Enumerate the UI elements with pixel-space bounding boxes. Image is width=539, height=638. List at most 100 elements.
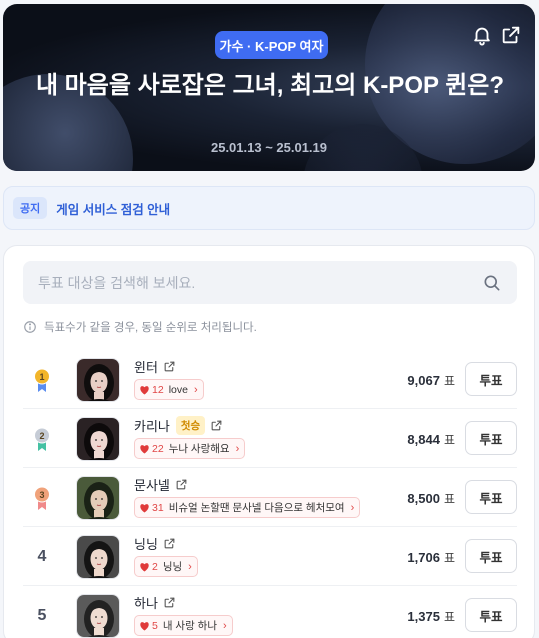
vote-button[interactable]: 투표 [465,598,517,632]
svg-text:3: 3 [39,490,44,500]
vote-count: 1,375 표 [383,587,455,638]
vote-button[interactable]: 투표 [465,421,517,455]
avatar-image [77,477,119,519]
notice-tag: 공지 [13,197,48,219]
comment-count: 5 [152,619,158,632]
name-line: 카리나 첫승 [134,415,223,435]
rank-medal: 3 [23,469,61,527]
comment-count: 22 [152,442,164,455]
vote-number: 1,706 [407,549,440,565]
avatar[interactable] [76,476,120,520]
comment-count: 2 [152,560,158,573]
candidate-name[interactable]: 닝닝 [134,534,158,553]
avatar[interactable] [76,594,120,638]
name-line: 윈터 [134,357,176,375]
ranking-row: 5 하나 5 내 사랑 하나 › 1,375 표 투표 [23,587,517,638]
tie-info-text: 득표수가 같을 경우, 동일 순위로 처리됩니다. [44,322,257,334]
tie-info: 득표수가 같을 경우, 동일 순위로 처리됩니다. [23,319,257,335]
external-link-icon[interactable] [175,478,188,491]
vote-unit: 표 [443,432,455,447]
comment-text: 닝닝 [162,561,183,573]
comment-text: 내 사랑 하나 [162,620,217,632]
vote-count: 1,706 표 [383,528,455,586]
candidate-name[interactable]: 하나 [134,593,158,612]
vote-count: 8,500 표 [383,469,455,527]
vote-unit: 표 [443,609,455,624]
rank-number: 5 [37,607,47,624]
comment-text: 누나 사랑해요 [168,443,230,455]
chevron-right-icon: › [222,619,227,632]
chevron-right-icon: › [193,383,198,396]
ranking-card: 득표수가 같을 경우, 동일 순위로 처리됩니다. 1 윈터 12 love ›… [3,245,535,638]
name-line: 하나 [134,593,176,611]
top-comment[interactable]: 5 내 사랑 하나 › [134,615,233,636]
name-line: 문사넬 [134,475,188,493]
comment-count: 31 [152,501,164,514]
candidate-name[interactable]: 카리나 [134,416,170,435]
heart-icon [140,621,149,631]
avatar[interactable] [76,417,120,461]
avatar-image [77,418,119,460]
heart-icon [140,562,149,572]
bell-icon[interactable] [471,24,493,46]
comment-text: love [168,383,188,396]
vote-count: 9,067 표 [383,351,455,409]
first-win-badge: 첫승 [175,415,206,435]
top-comment[interactable]: 31 비슈얼 논할땐 문사넬 다음으로 헤처모여 › [134,497,361,518]
external-link-icon[interactable] [163,360,176,373]
avatar-image [77,536,119,578]
name-line: 닝닝 [134,534,176,552]
ranking-row: 4 닝닝 2 닝닝 › 1,706 표 투표 [23,528,517,586]
silver-medal-icon: 2 [34,427,50,451]
search-icon[interactable] [482,273,502,293]
candidate-name[interactable]: 문사넬 [134,475,170,494]
heart-icon [140,385,149,395]
vote-button[interactable]: 투표 [465,480,517,514]
svg-text:1: 1 [39,372,44,382]
vote-button[interactable]: 투표 [465,539,517,573]
avatar-image [77,595,119,637]
page-title: 내 마음을 사로잡은 그녀, 최고의 K-POP 퀸은? [35,72,505,99]
bronze-medal-icon: 3 [34,486,50,510]
external-link-icon[interactable] [210,419,223,432]
avatar[interactable] [76,358,120,402]
external-link-icon[interactable] [163,596,176,609]
chevron-right-icon: › [188,560,192,573]
share-icon[interactable] [500,24,522,46]
vote-count: 8,844 표 [383,410,455,468]
notice-bar[interactable]: 공지 게임 서비스 점검 안내 [3,186,535,230]
candidate-name[interactable]: 윈터 [134,357,158,376]
chevron-right-icon: › [235,442,240,455]
gold-medal-icon: 1 [34,368,50,392]
vote-number: 8,500 [407,490,440,506]
notice-text[interactable]: 게임 서비스 점검 안내 [56,199,170,218]
chevron-right-icon: › [350,501,355,514]
top-comment[interactable]: 22 누나 사랑해요 › [134,438,246,459]
vote-unit: 표 [443,550,455,565]
avatar-image [77,359,119,401]
category-badge: 가수 · K-POP 여자 [215,31,328,59]
heart-icon [140,503,149,513]
ranking-row: 1 윈터 12 love › 9,067 표 투표 [23,351,517,409]
avatar[interactable] [76,535,120,579]
ranking-row: 2 카리나 첫승 22 누나 사랑해요 › 8,844 표 투표 [23,410,517,468]
top-comment[interactable]: 12 love › [134,379,204,400]
vote-unit: 표 [443,491,455,506]
vote-unit: 표 [443,373,455,388]
hero-banner: 가수 · K-POP 여자 내 마음을 사로잡은 그녀, 최고의 K-POP 퀸… [3,4,535,171]
vote-number: 9,067 [407,372,440,388]
comment-count: 12 [152,383,164,396]
date-range: 25.01.13 ~ 25.01.19 [210,140,328,155]
info-icon [24,321,36,333]
comment-text: 비슈얼 논할땐 문사넬 다음으로 헤처모여 [168,502,345,514]
heart-icon [140,444,149,454]
vote-number: 8,844 [407,431,440,447]
external-link-icon[interactable] [163,537,176,550]
rank-number: 4 [37,548,47,565]
rank-medal: 1 [23,351,61,409]
search-input[interactable] [23,261,517,304]
vote-number: 1,375 [407,608,440,624]
top-comment[interactable]: 2 닝닝 › [134,556,198,577]
vote-button[interactable]: 투표 [465,362,517,396]
svg-text:2: 2 [39,431,44,441]
